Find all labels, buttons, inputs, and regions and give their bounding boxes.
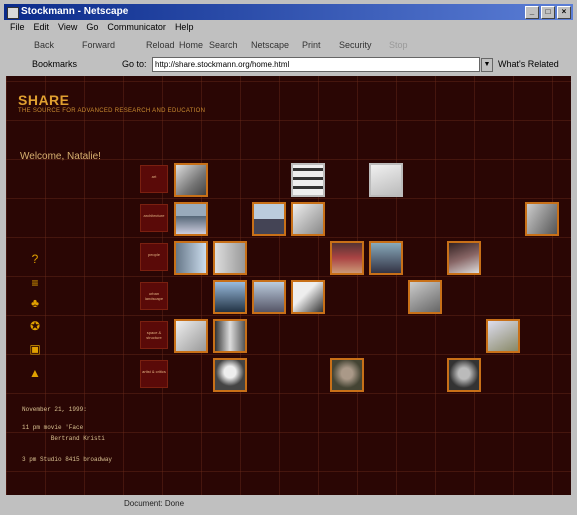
image-thumbnail[interactable]: [447, 241, 481, 275]
image-thumbnail[interactable]: [291, 163, 325, 197]
category-art-button[interactable]: art: [140, 165, 168, 193]
event-line-2: Bertrand Kristi: [22, 435, 105, 442]
image-thumbnail[interactable]: [252, 202, 286, 236]
category-people-button[interactable]: people: [140, 243, 168, 271]
gear-icon[interactable]: ✪: [28, 319, 42, 333]
image-thumbnail[interactable]: [291, 202, 325, 236]
image-thumbnail[interactable]: [174, 241, 208, 275]
image-thumbnail[interactable]: [330, 358, 364, 392]
image-thumbnail[interactable]: [174, 319, 208, 353]
site-tagline: THE SOURCE FOR ADVANCED RESEARCH AND EDU…: [18, 108, 206, 114]
url-field[interactable]: http://share.stockmann.org/home.html: [152, 57, 480, 72]
security-button[interactable]: Security: [339, 40, 372, 50]
category-people-label: people: [147, 252, 160, 257]
image-thumbnail[interactable]: [213, 358, 247, 392]
home-button[interactable]: Home: [179, 40, 203, 50]
maximize-button[interactable]: □: [541, 6, 555, 19]
page-content: SHARE THE SOURCE FOR ADVANCED RESEARCH A…: [6, 76, 571, 495]
image-thumbnail[interactable]: [525, 202, 559, 236]
netscape-button[interactable]: Netscape: [251, 40, 289, 50]
image-thumbnail[interactable]: [174, 202, 208, 236]
category-artists-label: artist & critics: [142, 369, 166, 374]
back-button[interactable]: Back: [34, 40, 54, 50]
category-art-label: art: [151, 174, 157, 179]
network-icon[interactable]: ♣: [28, 296, 42, 310]
url-dropdown-icon[interactable]: ▼: [481, 58, 493, 72]
bookmarks-button[interactable]: Bookmarks: [32, 59, 77, 69]
status-text-2: Document: Done: [124, 499, 185, 508]
stop-button[interactable]: Stop: [389, 40, 408, 50]
menu-edit[interactable]: Edit: [34, 22, 50, 36]
image-thumbnail[interactable]: [174, 163, 208, 197]
image-thumbnail[interactable]: [447, 358, 481, 392]
location-bar: Bookmarks Go to: http://share.stockmann.…: [4, 56, 573, 74]
title-bar: Stockmann - Netscape _ □ ×: [4, 4, 573, 20]
print-button[interactable]: Print: [302, 40, 321, 50]
menu-communicator[interactable]: Communicator: [107, 22, 166, 36]
menu-view[interactable]: View: [58, 22, 77, 36]
welcome-message: Welcome, Natalie!: [20, 151, 101, 162]
navigation-toolbar: Back Forward Reload Home Search Netscape…: [4, 38, 573, 54]
image-thumbnail[interactable]: [330, 241, 364, 275]
category-space-button[interactable]: space & structure: [140, 321, 168, 349]
menu-bar: File Edit View Go Communicator Help: [4, 22, 193, 36]
location-label: Go to:: [122, 59, 147, 69]
category-urban-label: urban landscape: [144, 291, 164, 301]
whats-related-button[interactable]: What's Related: [498, 59, 559, 69]
status-bar: Document: Done: [4, 498, 573, 511]
menu-go[interactable]: Go: [86, 22, 98, 36]
event-line-3: 3 pm Studio 8415 broadway: [22, 456, 113, 463]
eye-icon[interactable]: ≡: [28, 276, 42, 290]
event-line-1: 11 pm movie 'Face: [22, 424, 84, 431]
tower-icon[interactable]: ▲: [28, 366, 42, 380]
category-space-label: space & structure: [146, 330, 162, 340]
image-thumbnail[interactable]: [213, 319, 247, 353]
forward-button[interactable]: Forward: [82, 40, 115, 50]
browser-window: Stockmann - Netscape _ □ × File Edit Vie…: [0, 0, 577, 515]
question-icon[interactable]: ?: [28, 252, 42, 266]
event-date: November 21, 1999:: [22, 406, 87, 413]
image-thumbnail[interactable]: [408, 280, 442, 314]
minimize-button[interactable]: _: [525, 6, 539, 19]
reload-button[interactable]: Reload: [146, 40, 175, 50]
image-thumbnail[interactable]: [213, 280, 247, 314]
image-thumbnail[interactable]: [369, 241, 403, 275]
category-architecture-label: architecture: [143, 213, 165, 218]
category-architecture-button[interactable]: architecture: [140, 204, 168, 232]
image-thumbnail[interactable]: [291, 280, 325, 314]
menu-file[interactable]: File: [10, 22, 25, 36]
film-icon[interactable]: ▣: [28, 342, 42, 356]
site-logo[interactable]: SHARE: [18, 92, 70, 108]
image-thumbnail[interactable]: [369, 163, 403, 197]
search-button[interactable]: Search: [209, 40, 238, 50]
image-thumbnail[interactable]: [486, 319, 520, 353]
category-urban-button[interactable]: urban landscape: [140, 282, 168, 310]
menu-help[interactable]: Help: [175, 22, 194, 36]
window-title: Stockmann - Netscape: [21, 6, 129, 17]
close-button[interactable]: ×: [557, 6, 571, 19]
image-thumbnail[interactable]: [213, 241, 247, 275]
category-artists-button[interactable]: artist & critics: [140, 360, 168, 388]
netscape-icon: [7, 7, 19, 19]
image-thumbnail[interactable]: [252, 280, 286, 314]
